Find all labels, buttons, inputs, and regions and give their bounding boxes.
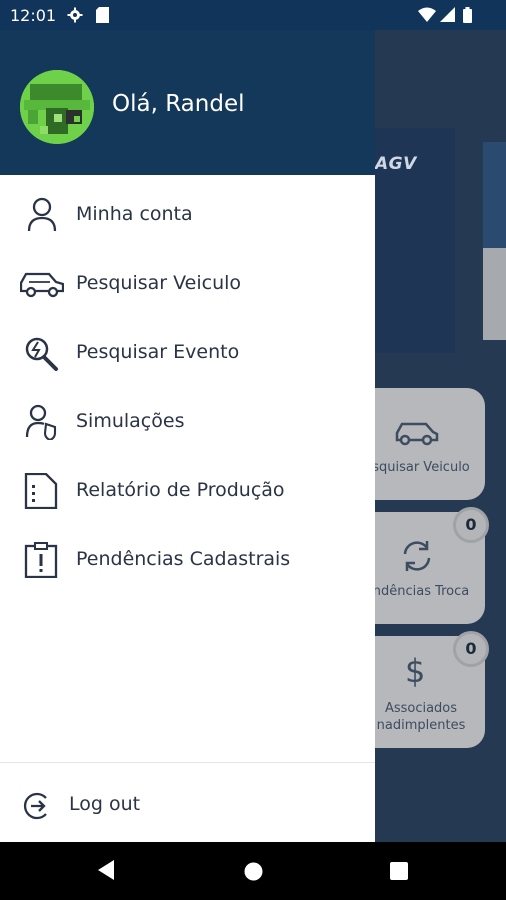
car-icon — [393, 418, 439, 452]
banner-image-2 — [483, 142, 506, 340]
menu-item-label: Pendências Cadastrais — [76, 548, 291, 570]
navigation-drawer: Olá, Randel Minha conta Pesquisar Veicul… — [0, 30, 375, 842]
greeting-text: Olá, Randel — [112, 91, 245, 117]
status-bar: 12:01 — [0, 0, 506, 30]
event-search-icon — [20, 335, 64, 371]
count-badge: 0 — [453, 507, 489, 543]
card-label: squisar Veiculo — [375, 460, 470, 475]
dollar-icon: $ — [405, 652, 426, 690]
pending-alert-icon — [20, 542, 64, 579]
sd-card-icon — [96, 7, 109, 27]
menu-item-pendencias-cadastrais[interactable]: Pendências Cadastrais — [0, 530, 375, 590]
status-time: 12:01 — [10, 6, 57, 25]
person-icon — [20, 197, 64, 233]
system-nav-bar — [0, 842, 506, 900]
card-label: Associados nadimplentes — [376, 701, 466, 733]
avatar[interactable] — [20, 70, 94, 144]
logout-label: Log out — [69, 793, 141, 815]
logout-icon — [22, 790, 54, 822]
banner-logo: AGV — [375, 154, 417, 174]
wifi-icon — [418, 7, 436, 26]
menu-item-pesquisar-evento[interactable]: Pesquisar Evento — [0, 323, 375, 383]
simulation-icon — [20, 404, 64, 442]
menu-item-label: Simulações — [76, 410, 185, 432]
card-pesquisar-veiculo[interactable]: squisar Veiculo — [375, 388, 485, 500]
battery-icon — [463, 7, 472, 27]
home-icon[interactable] — [244, 862, 263, 885]
menu-item-simulacoes[interactable]: Simulações — [0, 392, 375, 452]
menu-item-label: Relatório de Produção — [76, 479, 285, 501]
recents-icon[interactable] — [390, 862, 408, 884]
menu-item-label: Pesquisar Evento — [76, 341, 240, 363]
menu-item-minha-conta[interactable]: Minha conta — [0, 185, 375, 245]
divider — [0, 762, 375, 763]
report-icon — [20, 472, 64, 510]
back-icon[interactable] — [96, 859, 116, 885]
car-icon — [19, 266, 65, 302]
signal-icon — [440, 7, 455, 26]
menu-item-label: Pesquisar Veiculo — [76, 272, 242, 294]
menu-item-label: Minha conta — [76, 203, 193, 225]
menu-item-pesquisar-veiculo[interactable]: Pesquisar Veiculo — [0, 254, 375, 314]
menu-item-relatorio-de-producao[interactable]: Relatório de Produção — [0, 461, 375, 521]
background-app: AGV squisar Veiculo ndências Troca 0 $ A… — [375, 30, 506, 842]
logout-button[interactable]: Log out — [0, 775, 375, 835]
banner-image: AGV — [375, 128, 455, 353]
settings-gear-icon — [67, 7, 83, 27]
count-badge: 0 — [453, 631, 489, 667]
refresh-icon — [399, 538, 435, 578]
card-label: ndências Troca — [375, 584, 470, 599]
drawer-header: Olá, Randel — [0, 30, 375, 175]
